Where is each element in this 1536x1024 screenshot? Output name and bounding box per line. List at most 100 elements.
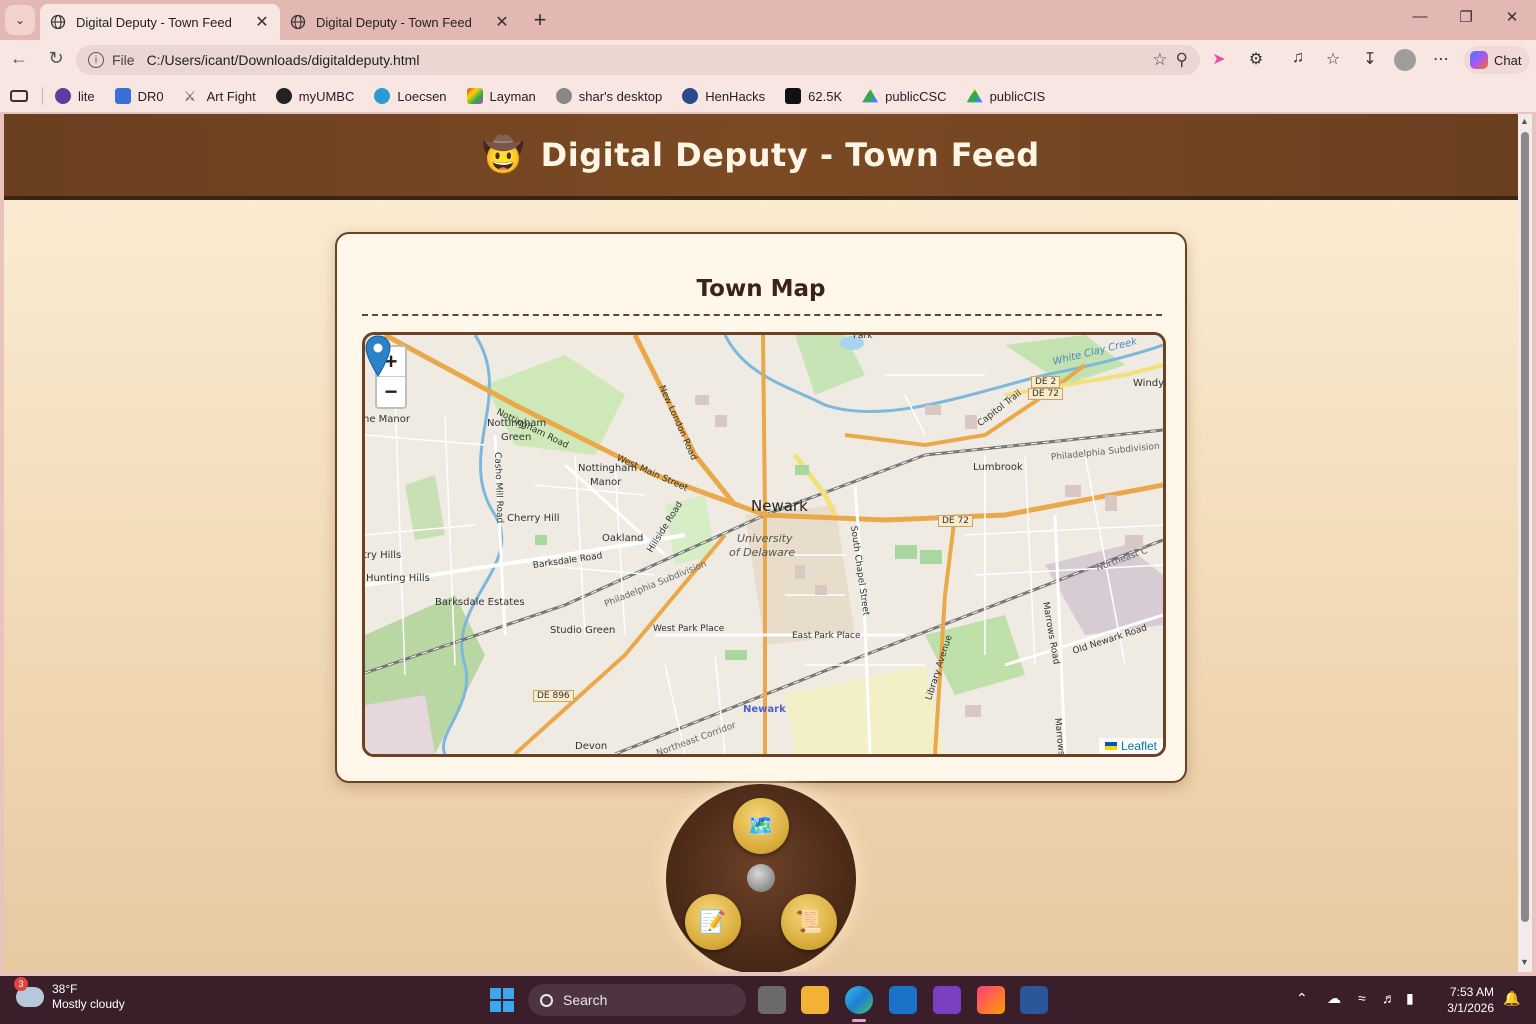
scroll-down-icon[interactable]: ▼ [1520, 957, 1529, 967]
bookmark-publiccis[interactable]: publicCIS [966, 88, 1046, 104]
bookmark-label: Layman [489, 88, 536, 104]
bookmark-label: HenHacks [705, 88, 766, 104]
battery-icon[interactable]: ▮ [1406, 990, 1414, 1007]
map-marker-icon[interactable] [365, 335, 391, 377]
visual-studio-icon[interactable] [933, 986, 961, 1014]
start-button[interactable] [490, 988, 514, 1012]
person-icon [55, 88, 71, 104]
profile-avatar[interactable] [1394, 49, 1416, 71]
map-label-place: Cherry Hill [507, 513, 560, 524]
bookmark-label: lite [78, 88, 95, 104]
map-label-road: Casho Mill Road [492, 451, 505, 524]
extensions-icon[interactable]: ⚙ [1245, 49, 1267, 71]
town-map[interactable]: Newark University of Delaware Nottingham… [362, 332, 1166, 757]
address-bar[interactable]: i File C:/Users/icant/Downloads/digitald… [76, 45, 1200, 75]
back-arrow-icon[interactable]: ← [6, 48, 32, 72]
map-label-shield: DE 896 [533, 690, 574, 702]
media-icon[interactable]: ♫ [1287, 49, 1309, 71]
bookmark-loecsen[interactable]: Loecsen [374, 88, 447, 104]
page-scrollbar[interactable]: ▲ ▼ [1518, 114, 1532, 972]
taskbar-search[interactable]: Search [528, 984, 746, 1016]
zoom-out-button[interactable]: − [377, 377, 405, 407]
map-label-road: Old Newark Road [1071, 623, 1149, 657]
tiktok-icon [785, 88, 802, 104]
globe-icon [50, 14, 66, 30]
card-title: Town Map [696, 276, 826, 302]
weather-widget[interactable]: 3 38°F Mostly cloudy [14, 977, 125, 1012]
write-menu-button[interactable]: 📝 [685, 894, 741, 950]
edge-browser-icon[interactable] [845, 986, 873, 1014]
new-tab-button[interactable]: + [526, 6, 554, 34]
scroll-up-icon[interactable]: ▲ [1520, 116, 1529, 126]
minimize-icon[interactable]: — [1407, 8, 1433, 25]
onedrive-icon[interactable]: ☁ [1327, 990, 1341, 1007]
map-label-place: try Hills [363, 550, 402, 561]
system-clock[interactable]: 7:53 AM 3/1/2026 [1440, 984, 1494, 1016]
word-icon[interactable] [1020, 986, 1048, 1014]
bookmark-label: myUMBC [298, 88, 355, 104]
map-label-road: Marrows Road [1040, 601, 1061, 666]
bookmark-myumbc[interactable]: myUMBC [275, 88, 355, 104]
bookmark-art-fight[interactable]: ⚔ Art Fight [184, 88, 256, 104]
bookmark-henhacks[interactable]: HenHacks [682, 88, 765, 104]
notifications-bell-icon[interactable]: 🔔 [1503, 990, 1520, 1007]
bookmark-label: shar's desktop [578, 88, 663, 104]
sun-icon [374, 88, 391, 104]
map-label-road: Capitol Trail [975, 388, 1024, 429]
refresh-icon[interactable]: ↻ [43, 48, 69, 72]
map-label-shield: DE 72 [1028, 388, 1063, 400]
reading-list-icon[interactable] [10, 90, 28, 102]
close-tab-icon[interactable]: ✕ [494, 12, 510, 32]
volume-icon[interactable]: ♬ [1382, 990, 1396, 1006]
bookmark-lite[interactable]: lite [55, 88, 95, 104]
tab-actions-menu[interactable]: ⌄ [5, 5, 35, 35]
info-icon[interactable]: i [88, 52, 104, 68]
globe-icon [290, 14, 306, 30]
ukraine-flag-icon [1104, 742, 1117, 750]
map-label-road: East Park Place [792, 631, 861, 641]
bookmark-label: publicCSC [885, 88, 947, 104]
copilot-chat-button[interactable]: Chat [1464, 46, 1530, 74]
restore-icon[interactable]: ❐ [1453, 8, 1479, 26]
bookmark-label: publicCIS [989, 88, 1046, 104]
more-options-icon[interactable]: ⋯ [1430, 49, 1452, 71]
task-view-icon[interactable] [758, 986, 786, 1014]
show-hidden-icons-icon[interactable]: ⌃ [1296, 990, 1308, 1007]
close-tab-icon[interactable]: ✕ [254, 12, 270, 32]
intellij-icon[interactable] [977, 986, 1005, 1014]
location-pin-icon[interactable]: ⚲ [1176, 50, 1188, 70]
copilot-vision-icon[interactable]: ➤ [1208, 49, 1230, 71]
favorite-star-icon[interactable]: ☆ [1152, 50, 1167, 70]
map-label-rail: Northeast Corridor [655, 720, 738, 757]
outlook-icon[interactable] [889, 986, 917, 1014]
bookmarks-bar: lite DR0 ⚔ Art Fight myUMBC Loecsen Layma… [0, 80, 1536, 112]
active-app-indicator [852, 1019, 866, 1022]
bookmark-shars-desktop[interactable]: shar's desktop [555, 88, 663, 104]
scroll-menu-button[interactable]: 📜 [781, 894, 837, 950]
close-window-icon[interactable]: ✕ [1499, 8, 1525, 26]
map-attribution[interactable]: Leaflet [1098, 738, 1163, 754]
bookmark-dr0[interactable]: DR0 [114, 88, 164, 104]
file-explorer-icon[interactable] [801, 986, 829, 1014]
copilot-icon [1470, 51, 1488, 69]
downloads-icon[interactable]: ↧ [1359, 49, 1381, 71]
scrollbar-thumb[interactable] [1521, 132, 1529, 922]
bookmark-tiktok[interactable]: 62.5K [785, 88, 842, 104]
map-label-place: Oakland [602, 533, 644, 544]
tab-title: Digital Deputy - Town Feed [76, 14, 232, 30]
weather-condition: Mostly cloudy [52, 997, 125, 1011]
wifi-icon[interactable]: ≈ [1358, 990, 1366, 1006]
url-text[interactable]: C:/Users/icant/Downloads/digitaldeputy.h… [147, 52, 1145, 68]
chevron-down-icon: ⌄ [14, 13, 26, 27]
map-menu-button[interactable]: 🗺️ [733, 798, 789, 854]
bookmark-publiccsc[interactable]: publicCSC [862, 88, 947, 104]
tab-digital-deputy[interactable]: Digital Deputy - Town Feed ✕ [280, 4, 520, 40]
map-label-place: Studio Green [550, 625, 616, 636]
tab-digital-deputy-active[interactable]: Digital Deputy - Town Feed ✕ [40, 4, 280, 40]
bookmark-layman[interactable]: Layman [466, 88, 536, 104]
leaflet-link[interactable]: Leaflet [1121, 739, 1157, 753]
map-label-campus: of Delaware [729, 546, 796, 559]
favorites-icon[interactable]: ☆ [1322, 49, 1344, 71]
map-label-road: Hillside Road [645, 500, 686, 555]
radial-menu-center-knob[interactable] [747, 864, 775, 892]
